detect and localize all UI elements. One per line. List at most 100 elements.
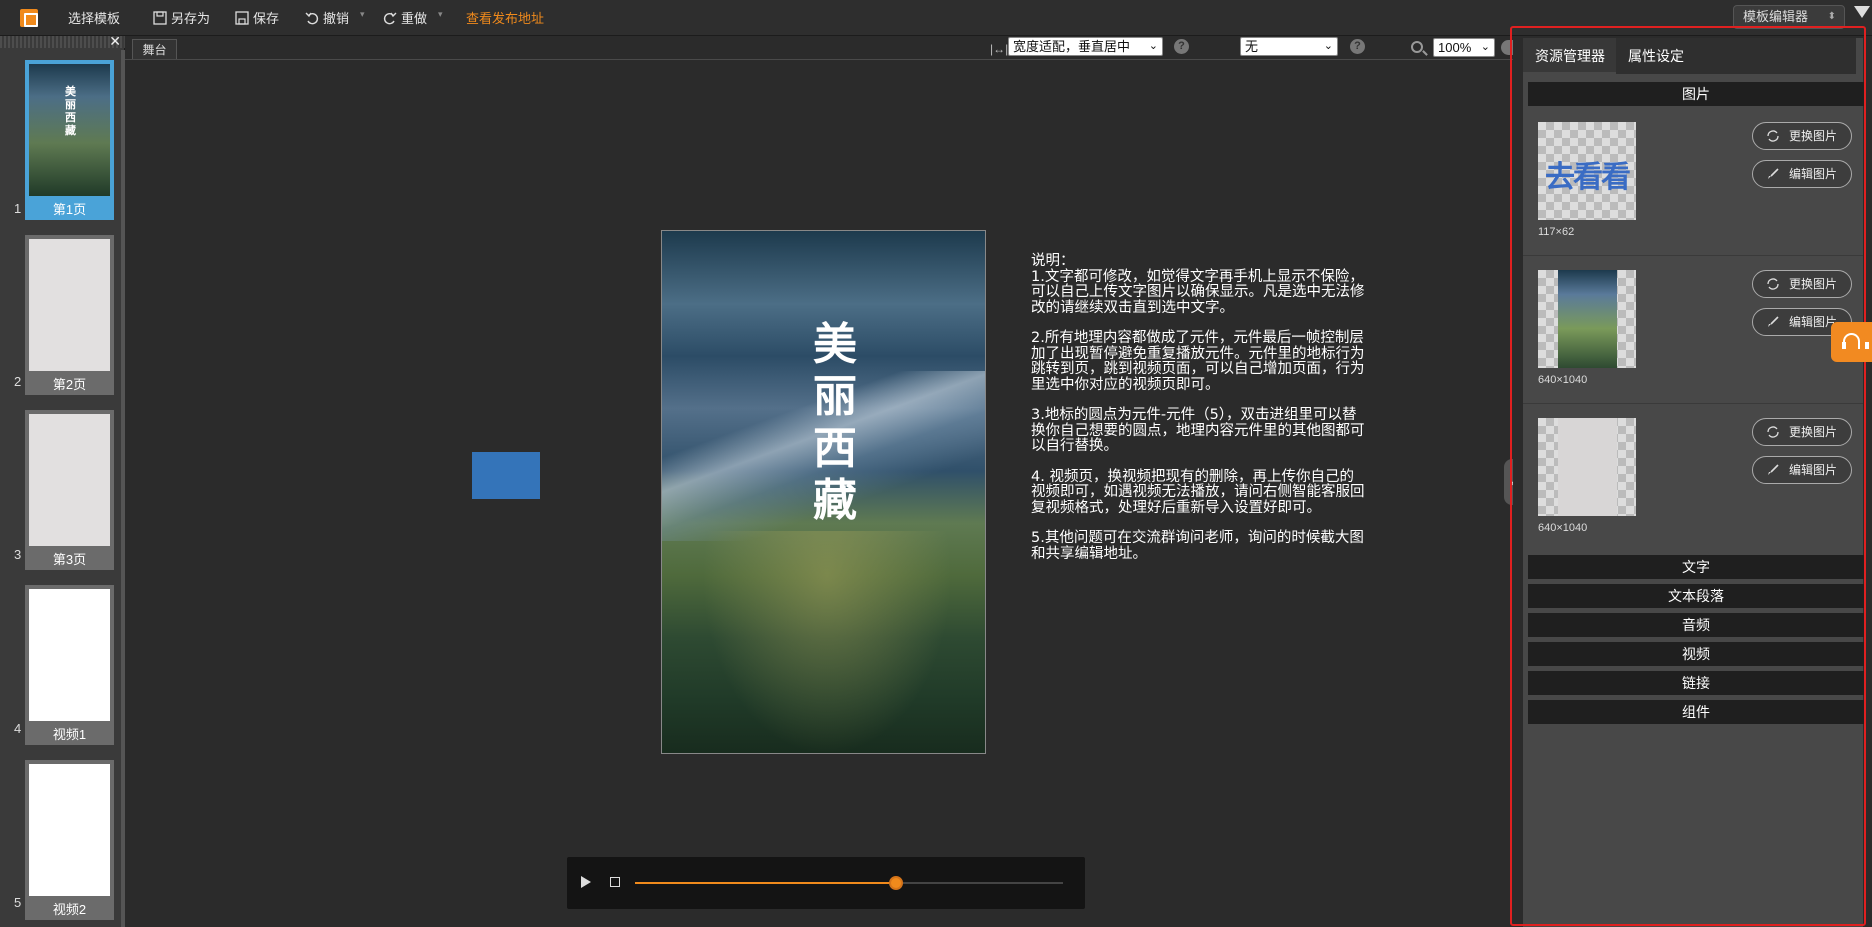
redo-label: 重做 [401, 11, 428, 26]
redo-button[interactable]: 重做 [383, 9, 427, 29]
undo-dropdown-icon[interactable]: ▾ [360, 9, 365, 20]
page-thumb-title: 美 丽 西 藏 [65, 86, 76, 137]
save-label: 保存 [253, 11, 280, 26]
tab-resource-manager[interactable]: 资源管理器 [1523, 38, 1617, 74]
divider [125, 59, 1513, 60]
page-label: 第3页 [52, 552, 87, 567]
template-editor-label: 模板编辑器 [1743, 9, 1809, 24]
page-label: 第1页 [52, 202, 87, 217]
page-thumb-video-2[interactable]: 视频2 [25, 760, 114, 920]
page-thumb-video-1[interactable]: 视频1 [25, 585, 114, 745]
save-button[interactable]: 保存 [235, 9, 279, 29]
view-publish-link[interactable]: 查看发布地址 [466, 9, 544, 29]
asset-thumbnail[interactable] [1538, 418, 1636, 516]
brush-icon [1768, 168, 1779, 179]
headset-icon [1842, 333, 1869, 349]
help-icon[interactable]: ? [1350, 39, 1365, 54]
asset-preview-image [1558, 270, 1617, 368]
timeline-progress [635, 882, 897, 884]
page-thumb-2[interactable]: 第2页 [25, 235, 114, 395]
zoom-icon [1411, 41, 1423, 53]
page-thumb-image [29, 239, 110, 371]
section-audio[interactable]: 音频 [1528, 613, 1864, 637]
page-number: 1 [14, 201, 22, 216]
tab-property-settings[interactable]: 属性设定 [1616, 38, 1856, 74]
instruction-item: 5.其他问题可在交流群询问老师，询问的时候截大图和共享编辑地址。 [1031, 530, 1364, 562]
page-label: 视频2 [52, 902, 87, 917]
replace-image-label: 更换图片 [1789, 129, 1838, 143]
effect-select[interactable]: 无 ⌄ [1240, 37, 1338, 56]
asset-logo-text: 去看看 [1545, 161, 1631, 194]
right-panel: 资源管理器 属性设定 图片 去看看 117×62 更换图片 编辑图片 640×1… [1513, 36, 1872, 927]
save-as-button[interactable]: 另存为 [153, 9, 210, 29]
page-thumb-3[interactable]: 第3页 [25, 410, 114, 570]
undo-label: 撤销 [323, 11, 350, 26]
section-component[interactable]: 组件 [1528, 700, 1864, 724]
fit-mode-select[interactable]: 宽度适配，垂直居中 ⌄ [1008, 37, 1163, 56]
customer-service-button[interactable] [1831, 322, 1872, 362]
top-toolbar: 选择模板 另存为 保存 撤销 ▾ 重做 ▾ 查看发布地址 模板编辑器 ⬍ [0, 0, 1872, 36]
fit-width-icon: |↔| [990, 42, 1009, 56]
chevron-down-icon: ⌄ [1323, 40, 1333, 52]
replace-image-button[interactable]: 更换图片 [1752, 270, 1852, 298]
page-thumb-image [29, 764, 110, 896]
section-images[interactable]: 图片 [1528, 82, 1864, 106]
close-icon[interactable]: ✕ [109, 33, 121, 50]
asset-dimensions: 117×62 [1538, 226, 1575, 238]
collapse-triangle-icon[interactable] [1854, 6, 1870, 18]
instruction-item: 1.文字都可修改，如觉得文字再手机上显示不保险，可以自己上传文字图片以确保显示。… [1031, 268, 1365, 316]
zoom-select[interactable]: 100% ⌄ [1433, 38, 1495, 57]
blue-rectangle-element[interactable] [472, 452, 540, 499]
phone-canvas[interactable]: 美 丽 西 藏 [661, 230, 986, 754]
save-as-label: 另存为 [171, 11, 211, 26]
help-icon[interactable]: ? [1174, 39, 1189, 54]
replace-image-button[interactable]: 更换图片 [1752, 122, 1852, 150]
replace-image-label: 更换图片 [1789, 277, 1838, 291]
pages-panel: ✕ 1 美 丽 西 藏 第1页 2 第2页 3 第3页 4 视频1 5 视频2 [0, 33, 125, 927]
asset-item: 640×1040 更换图片 编辑图片 [1523, 404, 1863, 552]
instructions-text[interactable]: 说明： 1.文字都可修改，如觉得文字再手机上显示不保险，可以自己上传文字图片以确… [1031, 253, 1367, 577]
section-video[interactable]: 视频 [1528, 642, 1864, 666]
refresh-icon [1767, 130, 1779, 142]
section-text[interactable]: 文字 [1528, 555, 1864, 579]
template-editor-select[interactable]: 模板编辑器 ⬍ [1733, 5, 1845, 29]
edit-image-label: 编辑图片 [1789, 167, 1838, 181]
undo-icon [305, 12, 319, 25]
asset-item: 640×1040 更换图片 编辑图片 [1523, 256, 1863, 404]
asset-thumbnail[interactable] [1538, 270, 1636, 368]
refresh-icon [1767, 278, 1779, 290]
edit-image-button[interactable]: 编辑图片 [1752, 456, 1852, 484]
replace-image-button[interactable]: 更换图片 [1752, 418, 1852, 446]
help-icon[interactable] [1501, 40, 1513, 55]
undo-button[interactable]: 撤销 [305, 9, 349, 29]
timeline-handle[interactable] [889, 876, 904, 890]
asset-thumbnail[interactable]: 去看看 [1538, 122, 1636, 220]
refresh-icon [1767, 426, 1779, 438]
panel-grip[interactable] [0, 36, 125, 48]
edit-image-button[interactable]: 编辑图片 [1752, 160, 1852, 188]
app-logo-icon[interactable] [20, 9, 38, 27]
stop-icon[interactable] [610, 877, 620, 887]
replace-image-label: 更换图片 [1789, 425, 1838, 439]
timeline-track[interactable] [635, 876, 1063, 890]
redo-dropdown-icon[interactable]: ▾ [438, 9, 443, 20]
section-link[interactable]: 链接 [1528, 671, 1864, 695]
page-thumb-1[interactable]: 美 丽 西 藏 第1页 [25, 60, 114, 220]
page-number: 5 [14, 895, 22, 910]
section-paragraph[interactable]: 文本段落 [1528, 584, 1864, 608]
stage-tab[interactable]: 舞台 [132, 39, 177, 59]
page-label: 视频1 [52, 727, 87, 742]
page-title-text[interactable]: 美 丽 西 藏 [810, 319, 860, 527]
zoom-value: 100% [1438, 40, 1472, 55]
instruction-item: 3.地标的圆点为元件-元件（5），双击进组里可以替换你自己想要的圆点，地理内容元… [1031, 407, 1365, 454]
select-template-button[interactable]: 选择模板 [68, 9, 120, 29]
save-icon [235, 11, 249, 25]
play-icon[interactable] [581, 876, 591, 888]
asset-item: 去看看 117×62 更换图片 编辑图片 [1523, 108, 1863, 256]
instruction-item: 4. 视频页，换视频把现有的删除，再上传你自己的视频即可，如遇视频无法播放，请问… [1031, 468, 1365, 516]
chevron-down-icon: ⌄ [1480, 41, 1490, 53]
instruction-item: 2.所有地理内容都做成了元件，元件最后一帧控制层加了出现暂停避免重复播放元件。元… [1031, 330, 1365, 393]
updown-icon: ⬍ [1827, 11, 1836, 22]
page-thumb-image [29, 589, 110, 721]
asset-dimensions: 640×1040 [1538, 522, 1588, 534]
